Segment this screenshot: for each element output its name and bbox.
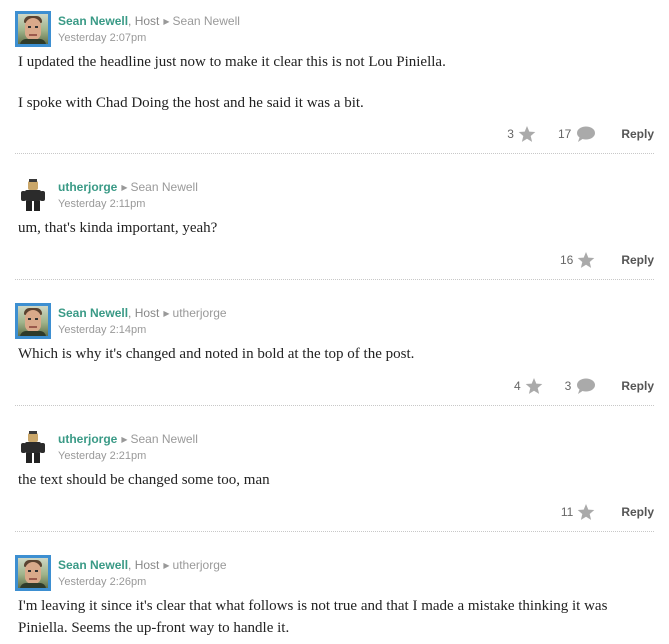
star-icon[interactable] bbox=[525, 377, 543, 395]
comment-text: the text should be changed some too, man bbox=[18, 472, 270, 488]
timestamp[interactable]: Yesterday 2:07pm bbox=[58, 31, 146, 45]
comment-text: I'm leaving it since it's clear that wha… bbox=[18, 598, 608, 636]
reply-to-name[interactable]: Sean Newell bbox=[173, 14, 240, 28]
reply-count: 3 bbox=[564, 379, 572, 393]
reply-button[interactable]: Reply bbox=[621, 253, 654, 267]
star-icon[interactable] bbox=[518, 125, 536, 143]
timestamp[interactable]: Yesterday 2:26pm bbox=[58, 575, 146, 589]
comment-actions: 4 3 Reply bbox=[514, 376, 654, 396]
avatar[interactable] bbox=[15, 555, 51, 591]
comment-header: utherjorge ▶ Sean Newell bbox=[58, 431, 198, 449]
reply-button[interactable]: Reply bbox=[621, 379, 654, 393]
reply-button[interactable]: Reply bbox=[621, 505, 654, 519]
author-name[interactable]: Sean Newell bbox=[58, 306, 128, 320]
avatar[interactable] bbox=[15, 11, 51, 47]
author-role: , Host bbox=[128, 558, 160, 572]
comment-actions: 3 17 Reply bbox=[507, 124, 654, 144]
star-count: 3 bbox=[507, 127, 514, 141]
comment-header: utherjorge ▶ Sean Newell bbox=[58, 179, 198, 197]
reply-count: 17 bbox=[557, 127, 572, 141]
comment-actions: 16 Reply bbox=[560, 250, 654, 270]
comment-actions: 11 Reply bbox=[561, 502, 654, 522]
author-name[interactable]: Sean Newell bbox=[58, 14, 128, 28]
comment-header: Sean Newell, Host ▶ Sean Newell bbox=[58, 13, 240, 31]
comment-text: um, that's kinda important, yeah? bbox=[18, 220, 218, 236]
star-count: 16 bbox=[559, 253, 574, 267]
divider bbox=[15, 405, 654, 406]
reply-to-name[interactable]: utherjorge bbox=[173, 306, 227, 320]
reply-to-name[interactable]: utherjorge bbox=[173, 558, 227, 572]
comment-thread: Sean Newell, Host ▶ Sean Newell Yesterday … bbox=[0, 0, 669, 644]
star-count: 11 bbox=[560, 505, 574, 519]
comment-text: I updated the headline just now to make … bbox=[18, 54, 446, 70]
timestamp[interactable]: Yesterday 2:11pm bbox=[58, 197, 145, 211]
author-name[interactable]: utherjorge bbox=[58, 180, 117, 194]
timestamp[interactable]: Yesterday 2:14pm bbox=[58, 323, 146, 337]
reply-button[interactable]: Reply bbox=[621, 127, 654, 141]
comment-header: Sean Newell, Host ▶ utherjorge bbox=[58, 557, 227, 575]
caret-right-icon: ▶ bbox=[121, 435, 128, 444]
avatar[interactable] bbox=[15, 429, 51, 465]
author-role: , Host bbox=[128, 306, 160, 320]
divider bbox=[15, 531, 654, 532]
avatar[interactable] bbox=[15, 177, 51, 213]
caret-right-icon: ▶ bbox=[163, 17, 170, 26]
speech-bubble-icon[interactable] bbox=[575, 126, 596, 142]
divider bbox=[15, 279, 654, 280]
comment-text: I spoke with Chad Doing the host and he … bbox=[18, 95, 364, 111]
caret-right-icon: ▶ bbox=[163, 561, 170, 570]
star-count: 4 bbox=[513, 379, 521, 393]
star-icon[interactable] bbox=[577, 251, 595, 269]
comment-header: Sean Newell, Host ▶ utherjorge bbox=[58, 305, 227, 323]
divider bbox=[15, 153, 654, 154]
caret-right-icon: ▶ bbox=[163, 309, 170, 318]
reply-to-name[interactable]: Sean Newell bbox=[131, 180, 198, 194]
reply-to-name[interactable]: Sean Newell bbox=[131, 432, 198, 446]
comment-text: Which is why it's changed and noted in b… bbox=[18, 346, 415, 362]
star-icon[interactable] bbox=[577, 503, 595, 521]
timestamp[interactable]: Yesterday 2:21pm bbox=[58, 449, 146, 463]
avatar[interactable] bbox=[15, 303, 51, 339]
speech-bubble-icon[interactable] bbox=[575, 378, 596, 394]
author-name[interactable]: Sean Newell bbox=[58, 558, 128, 572]
caret-right-icon: ▶ bbox=[121, 183, 128, 192]
author-role: , Host bbox=[128, 14, 160, 28]
author-name[interactable]: utherjorge bbox=[58, 432, 117, 446]
